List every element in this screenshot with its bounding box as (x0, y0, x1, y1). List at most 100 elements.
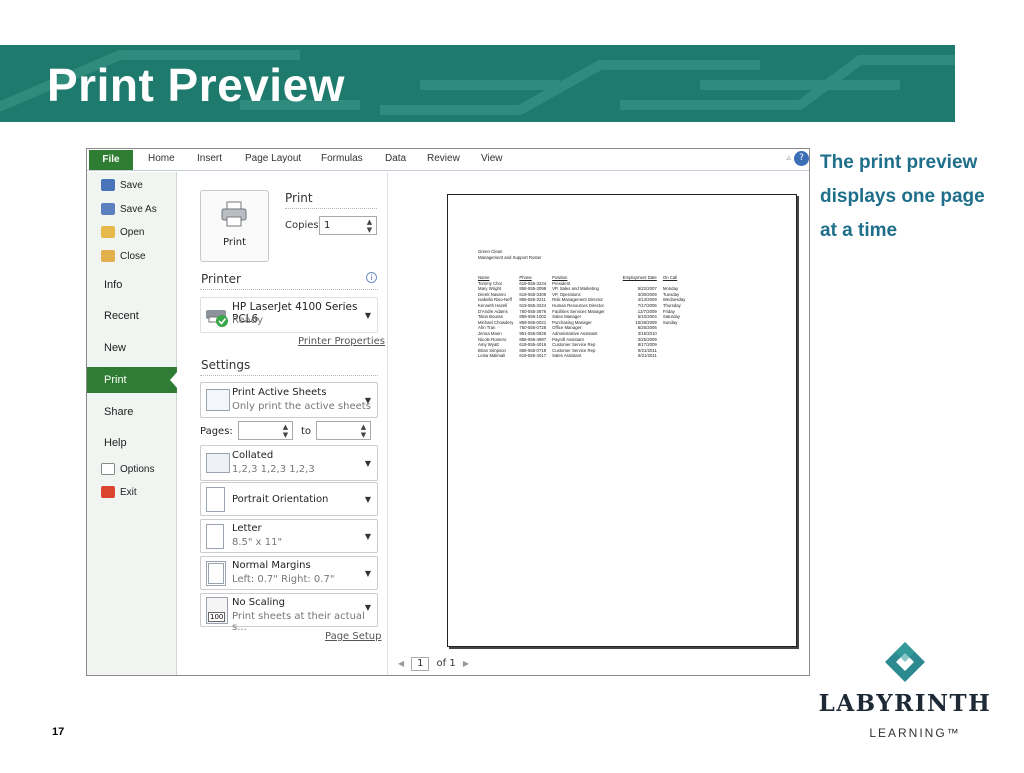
collate-main: Collated (232, 450, 274, 461)
tab-formulas[interactable]: Formulas (321, 153, 363, 164)
tab-insert[interactable]: Insert (197, 153, 222, 164)
print-button[interactable]: Print (200, 190, 269, 262)
nav-open-label: Open (120, 227, 145, 238)
tab-file[interactable]: File (89, 150, 133, 170)
nav-info[interactable]: Info (87, 272, 177, 298)
close-folder-icon (101, 250, 115, 263)
open-folder-icon (101, 226, 115, 239)
diamond-logo-icon (885, 642, 925, 682)
chevron-down-icon: ▼ (364, 532, 371, 541)
scaling-icon: 100 (206, 597, 228, 624)
to-label: to (301, 426, 312, 437)
nav-share[interactable]: Share (87, 399, 177, 425)
paper-main: Letter (232, 523, 262, 534)
nav-print[interactable]: Print (87, 367, 178, 393)
ribbon-tabs: File Home Insert Page Layout Formulas Da… (87, 149, 809, 171)
slide-number: 17 (52, 726, 65, 738)
paper-icon (206, 524, 224, 549)
margins-dropdown[interactable]: Normal Margins Left: 0.7" Right: 0.7" ▼ (200, 556, 378, 590)
chevron-down-icon: ▼ (364, 396, 371, 405)
exit-icon (101, 486, 115, 499)
print-preview-area: Green Clean Management and Support Roste… (387, 172, 809, 675)
nav-save-as[interactable]: Save As (101, 202, 157, 218)
nav-save-label: Save (120, 180, 143, 191)
tab-data[interactable]: Data (385, 153, 406, 164)
nav-open[interactable]: Open (101, 225, 144, 241)
print-button-label: Print (222, 237, 246, 248)
print-what-dropdown[interactable]: Print Active Sheets Only print the activ… (200, 382, 378, 418)
chevron-down-icon: ▼ (364, 459, 371, 468)
chevron-down-icon: ▼ (364, 311, 371, 320)
paper-size-dropdown[interactable]: Letter 8.5" x 11" ▼ (200, 519, 378, 553)
nav-exit-label: Exit (120, 487, 137, 498)
margins-icon (206, 561, 226, 586)
printer-icon (221, 201, 247, 227)
tab-review[interactable]: Review (427, 153, 460, 164)
page-setup-link[interactable]: Page Setup (325, 631, 382, 642)
save-icon (101, 179, 115, 192)
nav-exit[interactable]: Exit (101, 485, 137, 501)
spinner-arrows-icon[interactable]: ▲ ▼ (359, 423, 368, 439)
table-cell: Human Resources Director (552, 302, 604, 308)
orientation-main: Portrait Orientation (232, 494, 329, 505)
printer-dropdown[interactable]: HP LaserJet 4100 Series PCL6 Ready ▼ (200, 297, 378, 333)
paper-sub: 8.5" x 11" (232, 537, 283, 548)
divider (285, 208, 377, 209)
table-cell (663, 353, 692, 359)
table-cell: Sales Assistant (552, 353, 582, 359)
nav-close-label: Close (120, 251, 146, 262)
scaling-dropdown[interactable]: 100 No Scaling Print sheets at their act… (200, 593, 378, 633)
next-page-icon[interactable]: ▶ (463, 659, 469, 668)
copies-label: Copies: (285, 220, 322, 231)
settings-heading: Settings (201, 358, 251, 372)
info-icon[interactable]: i (366, 272, 377, 283)
nav-options[interactable]: Options (101, 462, 154, 478)
pages-from-input[interactable]: ▲ ▼ (238, 421, 293, 440)
chevron-down-icon: ▼ (364, 603, 371, 612)
margins-main: Normal Margins (232, 560, 311, 571)
collated-icon (206, 453, 230, 473)
nav-save[interactable]: Save (101, 178, 143, 194)
table-cell: 9/21/2011 (638, 353, 657, 359)
slide-caption: The print preview displays one page at a… (820, 152, 985, 241)
minimize-ribbon-icon[interactable]: ▵ (786, 153, 791, 163)
nav-help[interactable]: Help (87, 430, 177, 456)
collate-sub: 1,2,3 1,2,3 1,2,3 (232, 464, 315, 475)
print-what-main: Print Active Sheets (232, 387, 327, 398)
chevron-down-icon: ▼ (364, 495, 371, 504)
copies-input[interactable]: 1 ▲ ▼ (319, 216, 377, 235)
divider (200, 289, 378, 290)
printer-properties-link[interactable]: Printer Properties (298, 336, 385, 347)
scaling-main: No Scaling (232, 597, 285, 608)
active-sheets-icon (206, 389, 230, 411)
tab-view[interactable]: View (481, 153, 503, 164)
spinner-arrows-icon[interactable]: ▲ ▼ (365, 218, 374, 234)
orientation-dropdown[interactable]: Portrait Orientation ▼ (200, 482, 378, 516)
spinner-arrows-icon[interactable]: ▲ ▼ (281, 423, 290, 439)
logo-wordmark: LABYRINTH (818, 690, 992, 717)
nav-new[interactable]: New (87, 335, 177, 361)
help-icon[interactable]: ? (794, 151, 809, 166)
page-navigator: ◀ 1 of 1 ▶ (398, 657, 469, 671)
nav-close[interactable]: Close (101, 249, 146, 265)
printer-heading: Printer (201, 272, 241, 286)
slide-title: Print Preview (47, 59, 345, 111)
printer-ready-icon (206, 310, 228, 327)
scaling-sub: Print sheets at their actual s... (232, 611, 365, 633)
roster-table: Name Phone Position Employment Date On Call … (478, 275, 691, 359)
tab-page-layout[interactable]: Page Layout (245, 153, 301, 164)
printer-status: Ready (232, 315, 264, 326)
nav-recent[interactable]: Recent (87, 303, 177, 329)
print-settings-panel: Print Print Copies: 1 ▲ ▼ Printer i HP La… (178, 172, 387, 675)
excel-window: File Home Insert Page Layout Formulas Da… (86, 148, 810, 676)
previous-page-icon[interactable]: ◀ (398, 659, 404, 668)
page-total: of 1 (436, 658, 456, 669)
current-page-input[interactable]: 1 (411, 657, 430, 671)
tab-home[interactable]: Home (148, 153, 175, 164)
print-heading: Print (285, 191, 313, 205)
pages-label: Pages: (200, 426, 233, 437)
pages-to-input[interactable]: ▲ ▼ (316, 421, 371, 440)
save-as-icon (101, 203, 115, 216)
collate-dropdown[interactable]: Collated 1,2,3 1,2,3 1,2,3 ▼ (200, 445, 378, 481)
labyrinth-logo: LABYRINTH LEARNING™ (815, 640, 995, 750)
